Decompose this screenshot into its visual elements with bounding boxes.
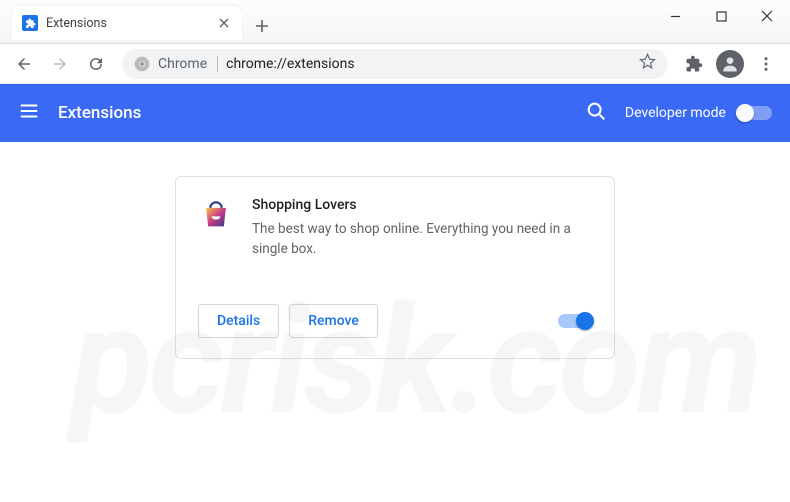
bookmark-star-icon[interactable] xyxy=(639,53,656,74)
security-chip: Chrome xyxy=(158,56,218,72)
maximize-button[interactable] xyxy=(698,0,744,32)
developer-mode-toggle[interactable] xyxy=(738,106,772,120)
extension-description: The best way to shop online. Everything … xyxy=(252,219,592,260)
card-header: Shopping Lovers The best way to shop onl… xyxy=(198,197,592,260)
forward-button[interactable] xyxy=(44,48,76,80)
close-window-button[interactable] xyxy=(744,0,790,32)
address-bar[interactable]: Chrome xyxy=(122,49,668,79)
page-title: Extensions xyxy=(58,103,585,123)
search-icon[interactable] xyxy=(585,100,607,126)
hamburger-menu-icon[interactable] xyxy=(18,100,40,126)
reload-button[interactable] xyxy=(80,48,112,80)
page-header: Extensions Developer mode xyxy=(0,84,790,142)
developer-mode-label: Developer mode xyxy=(625,105,726,121)
extension-app-icon xyxy=(198,197,234,233)
extension-puzzle-icon xyxy=(22,15,38,31)
browser-tab[interactable]: Extensions xyxy=(12,6,242,40)
card-actions: Details Remove xyxy=(198,304,592,338)
menu-dots-icon[interactable] xyxy=(750,48,782,80)
chrome-icon xyxy=(134,56,150,72)
url-input[interactable] xyxy=(226,56,631,72)
extension-info: Shopping Lovers The best way to shop onl… xyxy=(252,197,592,260)
details-button[interactable]: Details xyxy=(198,304,279,338)
profile-avatar[interactable] xyxy=(716,50,744,78)
tab-strip: Extensions xyxy=(0,0,652,40)
close-tab-icon[interactable] xyxy=(216,15,232,31)
extensions-puzzle-icon[interactable] xyxy=(678,48,710,80)
minimize-button[interactable] xyxy=(652,0,698,32)
tab-title: Extensions xyxy=(46,16,216,31)
browser-toolbar: Chrome xyxy=(0,44,790,84)
extension-card: Shopping Lovers The best way to shop onl… xyxy=(175,176,615,359)
content-area: Shopping Lovers The best way to shop onl… xyxy=(0,142,790,393)
window-controls xyxy=(652,0,790,32)
extension-enable-toggle[interactable] xyxy=(558,314,592,328)
window-titlebar: Extensions xyxy=(0,0,790,44)
remove-button[interactable]: Remove xyxy=(289,304,378,338)
new-tab-button[interactable] xyxy=(248,12,276,40)
back-button[interactable] xyxy=(8,48,40,80)
extension-name: Shopping Lovers xyxy=(252,197,592,213)
